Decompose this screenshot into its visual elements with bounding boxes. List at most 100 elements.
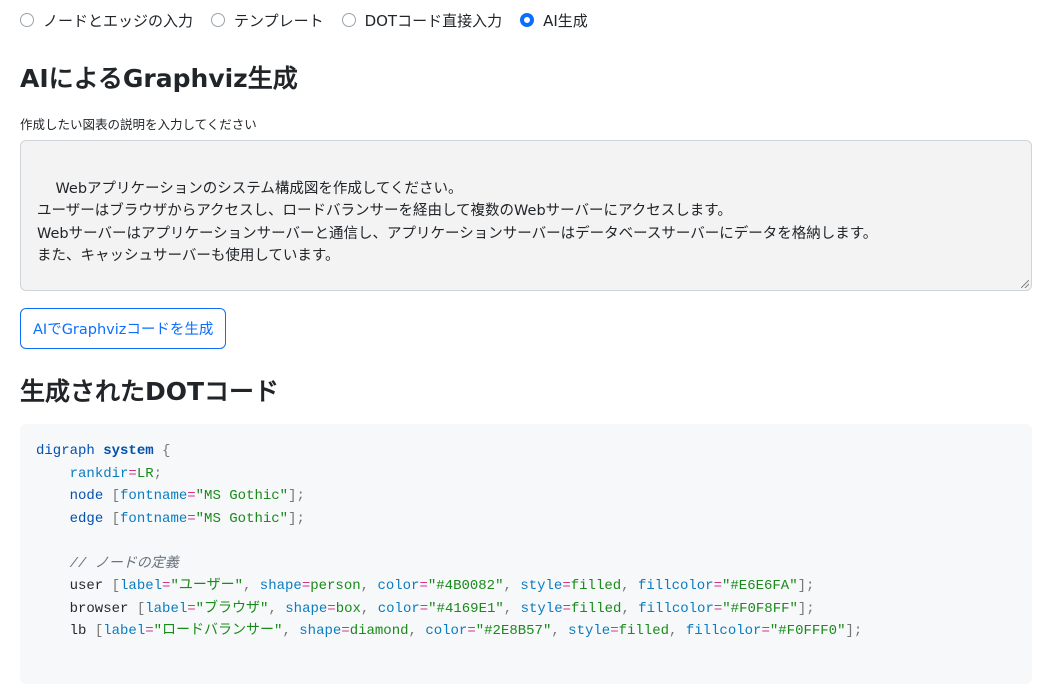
radio-nodes-edges[interactable]: ノードとエッジの入力 [20, 10, 193, 31]
code-token: , [242, 578, 260, 594]
code-token: [ [103, 488, 121, 504]
code-token: [ [136, 600, 146, 617]
code-token: label [120, 578, 163, 594]
code-token: , [503, 600, 521, 617]
radio-circle-icon [211, 13, 226, 27]
code-token: fontname [120, 488, 188, 504]
code-token: "#4169E1" [428, 600, 504, 617]
code-token: "ユーザー" [170, 578, 243, 594]
code-token: style [520, 600, 563, 617]
code-token: "#2E8B57" [475, 623, 552, 639]
code-token: , [503, 578, 521, 594]
code-token: box [335, 600, 361, 617]
code-token: [ [111, 578, 121, 594]
code-token: "ロードバランサー" [153, 623, 283, 639]
code-token: "#E6E6FA" [722, 578, 798, 594]
code-token: label [145, 600, 188, 617]
code-token: shape [259, 578, 302, 594]
code-token: = [301, 578, 311, 594]
code-token: = [761, 623, 770, 639]
radio-label: DOTコード直接入力 [364, 11, 503, 30]
code-token: lb [36, 623, 95, 639]
code-line: lb [label="ロードバランサー", shape=diamond, col… [36, 620, 1016, 643]
code-token: rankdir [69, 465, 129, 482]
dot-code-block[interactable]: digraph system { rankdir=LR; node [fontn… [20, 424, 1032, 684]
code-token: = [419, 600, 429, 617]
code-token: "#F0F8FF" [722, 600, 798, 617]
code-token: { [153, 443, 171, 459]
radio-circle-icon [20, 13, 34, 27]
code-token: , [669, 623, 686, 639]
ai-section-title: AIによるGraphviz生成 [20, 64, 298, 93]
code-token: = [562, 578, 571, 594]
code-token: ]; [797, 578, 815, 594]
code-token: = [713, 578, 722, 594]
code-token: fillcolor [638, 600, 714, 617]
code-token: shape [285, 600, 328, 617]
code-token: "MS Gothic" [195, 488, 289, 504]
description-text: Webアプリケーションのシステム構成図を作成してください。 ユーザーはブラウザか… [37, 180, 878, 265]
code-token: "#F0FFF0" [769, 623, 846, 639]
code-token: ]; [288, 510, 305, 527]
code-token: person [310, 578, 361, 594]
code-token: = [327, 600, 336, 617]
code-token: = [145, 623, 154, 639]
code-token: , [268, 600, 286, 617]
code-token: , [360, 578, 378, 594]
dot-code: digraph system { rankdir=LR; node [fontn… [36, 440, 1016, 643]
description-textarea[interactable]: Webアプリケーションのシステム構成図を作成してください。 ユーザーはブラウザか… [20, 140, 1032, 291]
code-token: ]; [845, 623, 863, 639]
code-line: rankdir=LR; [36, 463, 1016, 486]
code-line: browser [label="ブラウザ", shape=box, color=… [36, 598, 1016, 621]
code-token: = [187, 510, 196, 527]
code-token: ]; [288, 488, 305, 504]
code-line: // ノードの定義 [36, 553, 1016, 576]
radio-ai-generate[interactable]: AI生成 [520, 10, 588, 31]
generate-graphviz-button[interactable]: AIでGraphvizコードを生成 [20, 308, 227, 349]
code-line: digraph system { [36, 440, 1016, 463]
code-token: ]; [797, 600, 815, 617]
code-line: edge [fontname="MS Gothic"]; [36, 508, 1016, 531]
code-token: , [621, 600, 639, 617]
code-token: , [408, 623, 426, 639]
code-token: ; [153, 465, 163, 482]
code-token: = [562, 600, 572, 617]
code-token: fillcolor [637, 578, 714, 594]
code-token: = [467, 623, 476, 639]
code-token: label [103, 623, 146, 639]
code-token: = [187, 488, 196, 504]
code-token: shape [299, 623, 342, 639]
code-token: "MS Gothic" [195, 510, 289, 527]
code-token: edge [69, 510, 104, 527]
code-token: filled [571, 600, 622, 617]
code-token: style [568, 623, 611, 639]
radio-template[interactable]: テンプレート [211, 10, 324, 31]
code-token: = [128, 465, 137, 482]
code-line: user [label="ユーザー", shape=person, color=… [36, 575, 1016, 598]
radio-circle-icon [341, 13, 356, 27]
code-token: , [621, 578, 638, 594]
code-token: color [377, 578, 420, 594]
code-token: = [610, 623, 619, 639]
description-label: 作成したい図表の説明を入力してください [20, 117, 257, 132]
radio-dot-direct[interactable]: DOTコード直接入力 [341, 10, 503, 31]
code-token: "#4B0082" [427, 578, 504, 594]
code-token: user [36, 578, 112, 594]
input-mode-radio-group: ノードとエッジの入力 テンプレート DOTコード直接入力 AI生成 [20, 0, 1026, 40]
code-token: , [551, 623, 569, 639]
resize-handle-icon[interactable] [1021, 280, 1029, 288]
code-token: fillcolor [685, 623, 762, 639]
code-token: "ブラウザ" [195, 600, 269, 617]
code-token: browser [36, 600, 137, 617]
radio-checked-icon [520, 13, 535, 27]
code-token: // ノードの定義 [36, 555, 179, 572]
code-token: system [103, 443, 154, 459]
code-token: digraph [36, 443, 104, 459]
code-token: LR [136, 465, 154, 482]
code-token: color [425, 623, 468, 639]
code-token: [ [94, 623, 104, 639]
dot-code-title: 生成されたDOTコード [20, 377, 280, 406]
code-token: [ [103, 510, 121, 527]
